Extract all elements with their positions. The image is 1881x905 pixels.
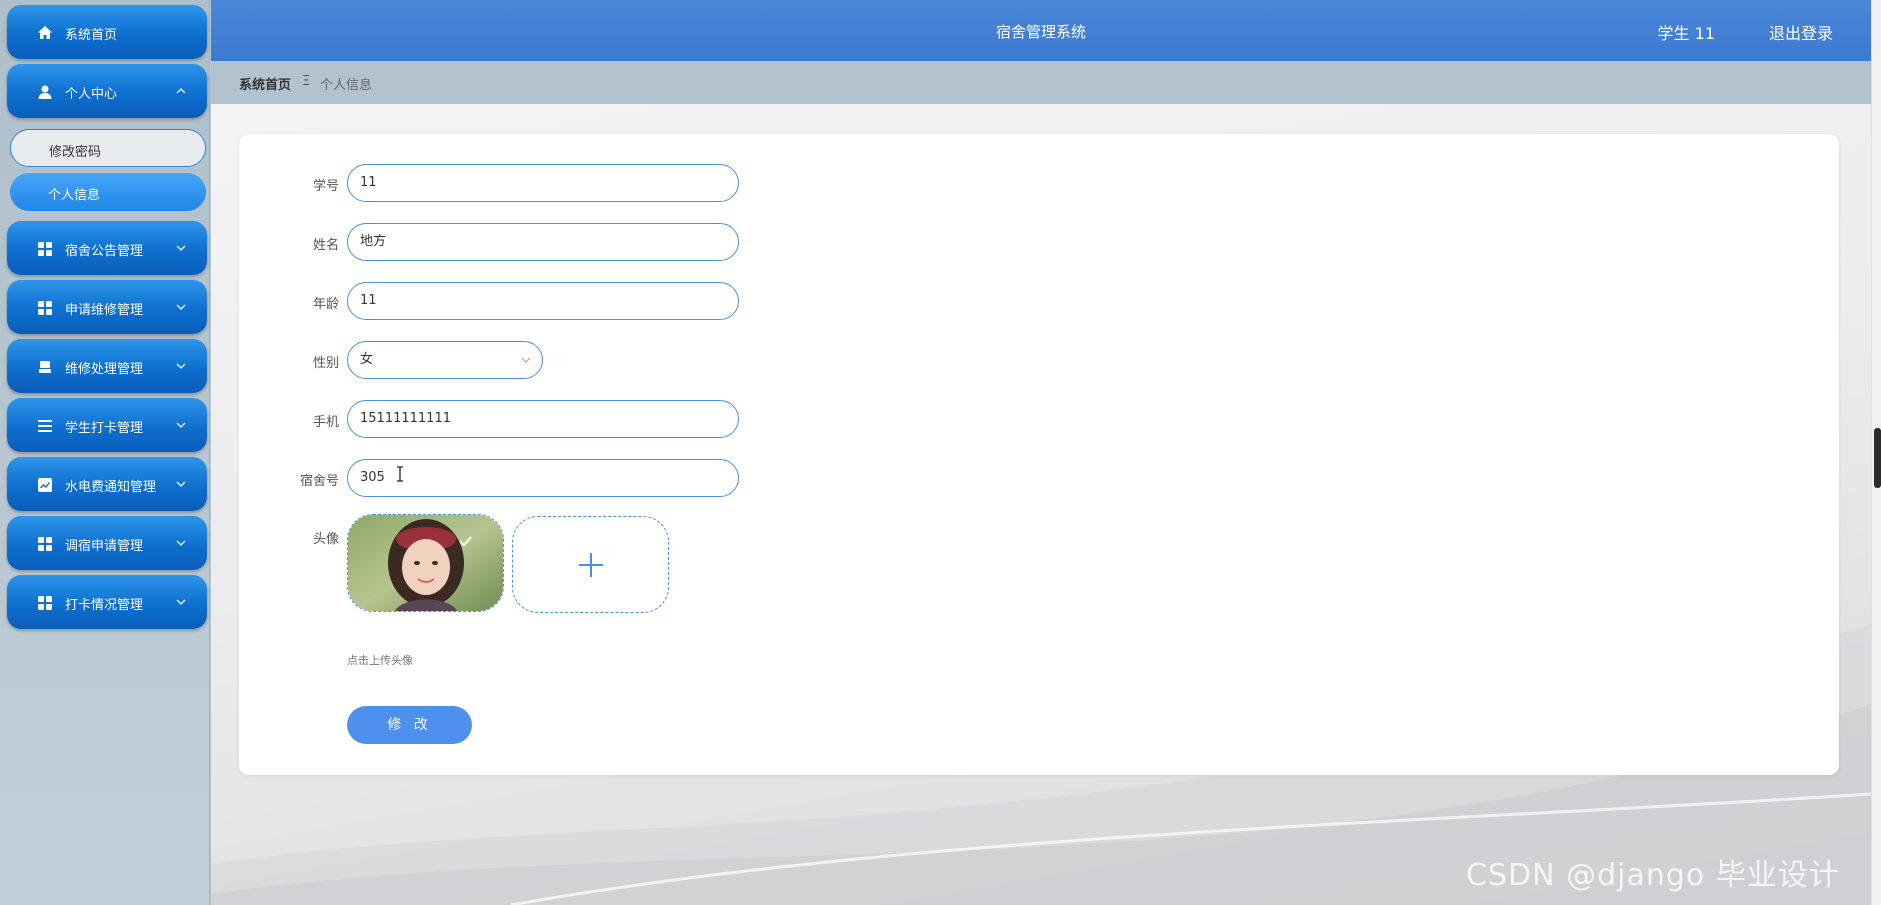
age-field[interactable]: 11	[347, 282, 739, 320]
sidebar-item-home[interactable]: 系统首页	[7, 5, 207, 59]
upload-hint: 点击上传头像	[347, 654, 413, 667]
chevron-down-icon	[176, 599, 186, 605]
sidebar-subitem-label: 修改密码	[49, 145, 102, 160]
home-icon	[38, 26, 52, 39]
field-label-gender: 性别	[312, 356, 339, 371]
field-label-dorm-number: 宿舍号	[299, 474, 339, 489]
field-label-age: 年龄	[312, 297, 339, 312]
sidebar-subitem-change-password[interactable]: 修改密码	[10, 129, 206, 167]
field-label-name: 姓名	[312, 238, 339, 253]
top-header: 宿舍管理系统 学生 11 退出登录	[211, 0, 1871, 61]
user-icon	[38, 85, 52, 99]
chevron-down-icon	[176, 481, 186, 487]
submit-button[interactable]: 修 改	[347, 706, 472, 744]
chevron-down-icon	[176, 540, 186, 546]
breadcrumb-current: 个人信息	[320, 78, 373, 93]
sidebar-item-label: 学生打卡管理	[65, 421, 144, 436]
name-field[interactable]: 地方	[347, 223, 739, 261]
grid-icon	[38, 537, 52, 551]
phone-field[interactable]: 15111111111	[347, 400, 739, 438]
dorm-number-field[interactable]: 305	[347, 459, 739, 497]
chevron-down-icon	[176, 245, 186, 251]
sidebar-item-utility-notice[interactable]: 水电费通知管理	[7, 457, 207, 511]
sidebar-item-label: 系统首页	[65, 28, 118, 43]
profile-form-card: 学号 11 姓名 地方 年龄 11 性别 女 手机 15111111111 宿舍…	[239, 134, 1839, 775]
sidebar-item-label: 打卡情况管理	[65, 598, 144, 613]
chevron-up-icon	[176, 88, 186, 94]
chevron-down-icon	[176, 304, 186, 310]
avatar-photo	[348, 515, 503, 611]
watermark: CSDN @django 毕业设计	[1466, 858, 1840, 893]
sidebar-item-label: 宿舍公告管理	[65, 244, 144, 259]
current-user: 学生 11	[1657, 24, 1715, 43]
page-scrollbar[interactable]	[1871, 0, 1881, 905]
sidebar-item-label: 个人中心	[65, 87, 118, 102]
sidebar-item-label: 水电费通知管理	[65, 480, 157, 495]
grid-icon	[38, 596, 52, 610]
sidebar-subitem-personal-info[interactable]: 个人信息	[10, 173, 206, 211]
app-title: 宿舍管理系统	[995, 23, 1086, 41]
printer-icon	[39, 361, 51, 373]
sidebar-item-personal-center[interactable]: 个人中心	[7, 64, 207, 118]
sidebar-subitem-label: 个人信息	[48, 188, 101, 203]
sidebar-item-checkin-status[interactable]: 打卡情况管理	[7, 575, 207, 629]
breadcrumb-home[interactable]: 系统首页	[239, 74, 291, 93]
gender-select[interactable]: 女	[347, 341, 543, 379]
sidebar-item-repair-handling[interactable]: 维修处理管理	[7, 339, 207, 393]
avatar-upload-button[interactable]	[512, 516, 669, 613]
field-label-student-id: 学号	[312, 179, 339, 194]
list-icon	[38, 420, 52, 432]
grid-icon	[38, 301, 52, 315]
breadcrumb-separator: Ξ	[302, 74, 311, 89]
field-label-phone: 手机	[312, 415, 339, 430]
grid-icon	[38, 242, 52, 256]
sidebar-item-dorm-notice[interactable]: 宿舍公告管理	[7, 221, 207, 275]
sidebar-item-dorm-transfer[interactable]: 调宿申请管理	[7, 516, 207, 570]
sidebar-item-checkin[interactable]: 学生打卡管理	[7, 398, 207, 452]
scrollbar-thumb[interactable]	[1874, 428, 1881, 488]
sidebar-item-label: 维修处理管理	[65, 362, 144, 377]
chevron-down-icon	[176, 363, 186, 369]
student-id-field[interactable]: 11	[347, 164, 739, 202]
sidebar-item-label: 申请维修管理	[65, 303, 144, 318]
sidebar: 系统首页 个人中心 修改密码 个人信息 宿舍公告管理 申请维修管理 维修处理管理…	[0, 0, 210, 905]
sidebar-item-repair-request[interactable]: 申请维修管理	[7, 280, 207, 334]
chevron-down-icon	[521, 357, 531, 363]
chart-icon	[38, 478, 52, 492]
text-cursor-icon	[397, 466, 403, 482]
sidebar-item-label: 调宿申请管理	[65, 539, 144, 554]
field-label-avatar: 头像	[312, 532, 339, 547]
avatar-image[interactable]	[347, 514, 504, 612]
logout-link[interactable]: 退出登录	[1769, 20, 1833, 44]
chevron-down-icon	[176, 422, 186, 428]
plus-icon	[579, 553, 603, 577]
breadcrumb: 系统首页 Ξ 个人信息	[211, 61, 1871, 104]
gender-select-value: 女	[360, 352, 374, 367]
